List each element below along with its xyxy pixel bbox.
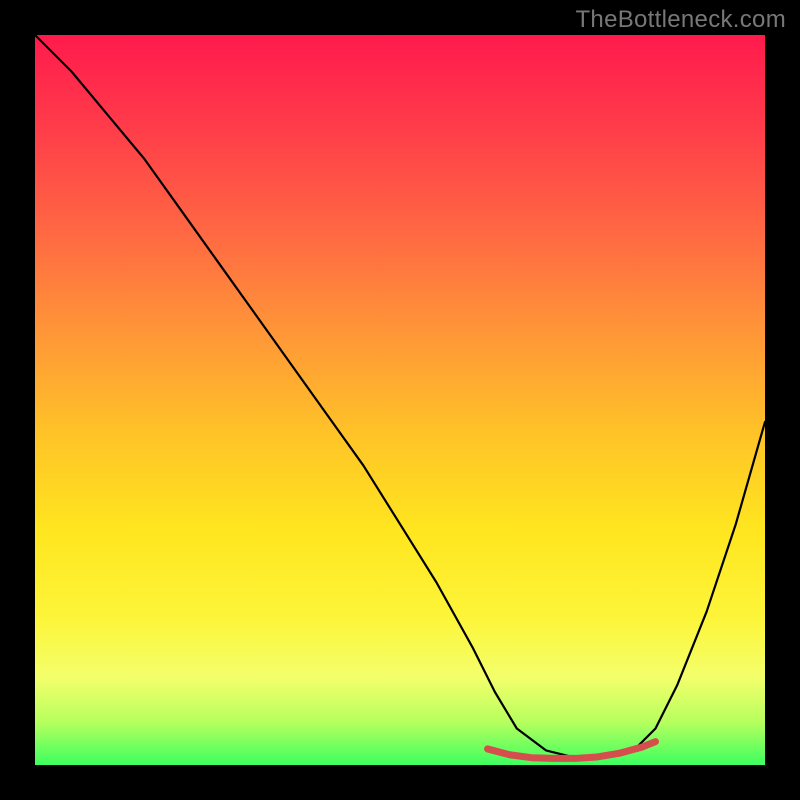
watermark-text: TheBottleneck.com (575, 6, 786, 34)
chart-svg (35, 35, 765, 765)
flat-overlay (488, 742, 656, 759)
plot-area (35, 35, 765, 765)
bottleneck-curve (35, 35, 765, 758)
chart-frame: TheBottleneck.com (0, 0, 800, 800)
